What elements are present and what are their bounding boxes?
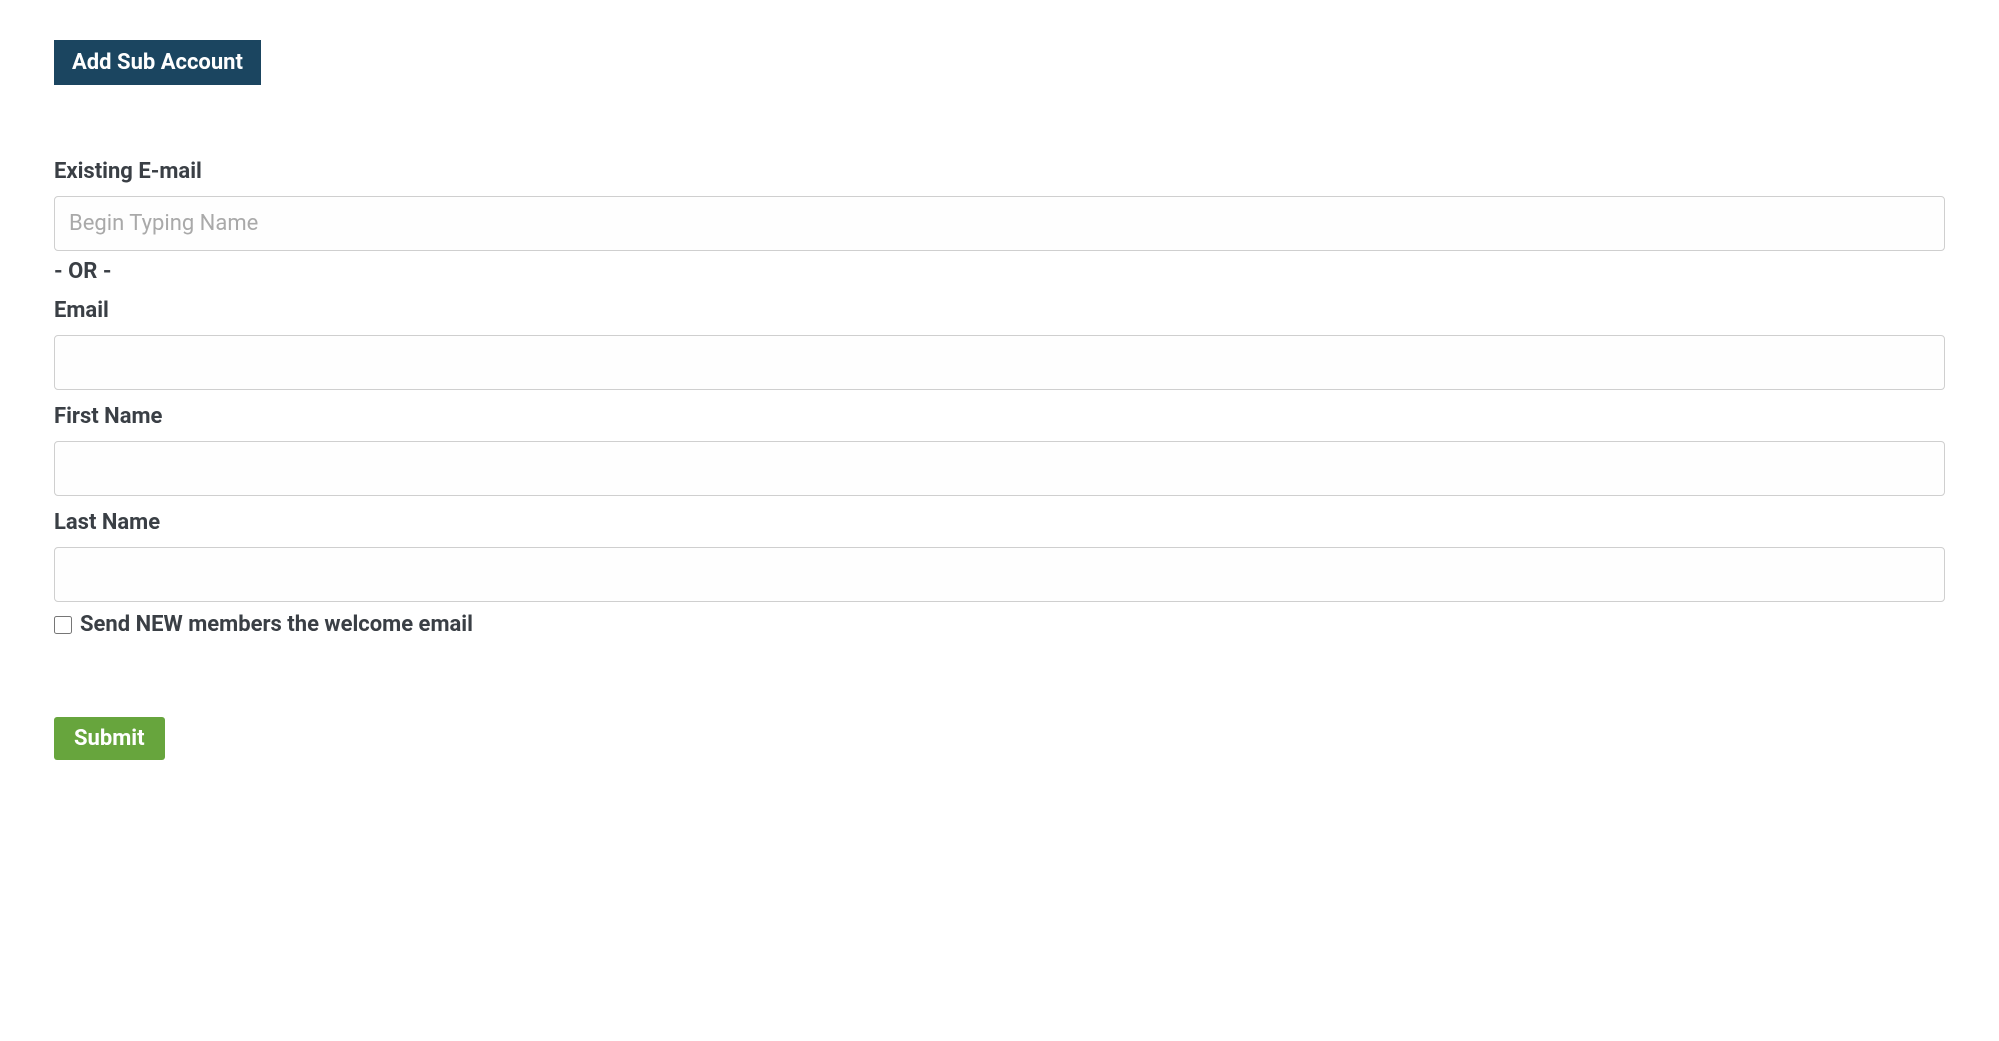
last-name-input[interactable] [54,547,1945,602]
welcome-email-label: Send NEW members the welcome email [80,612,473,637]
last-name-group: Last Name [54,510,1945,602]
welcome-email-row: Send NEW members the welcome email [54,612,1945,637]
or-divider: - OR - [54,259,1945,284]
existing-email-input[interactable] [54,196,1945,251]
email-group: Email [54,298,1945,390]
page-title-badge: Add Sub Account [54,40,261,85]
welcome-email-checkbox[interactable] [54,616,72,634]
email-input[interactable] [54,335,1945,390]
existing-email-label: Existing E-mail [54,159,1945,184]
submit-button[interactable]: Submit [54,717,165,760]
email-label: Email [54,298,1945,323]
existing-email-group: Existing E-mail [54,159,1945,251]
first-name-label: First Name [54,404,1945,429]
first-name-input[interactable] [54,441,1945,496]
last-name-label: Last Name [54,510,1945,535]
first-name-group: First Name [54,404,1945,496]
